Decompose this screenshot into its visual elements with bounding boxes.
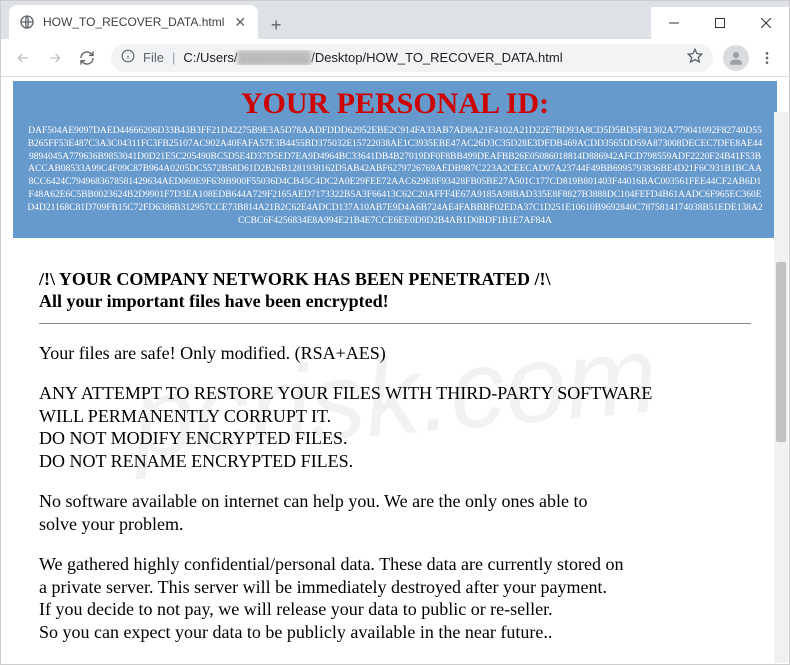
heading-penetrated: /!\ YOUR COMPANY NETWORK HAS BEEN PENETR… <box>39 268 751 291</box>
address-bar[interactable]: File | C:/Users/████████/Desktop/HOW_TO_… <box>111 44 713 72</box>
toolbar: File | C:/Users/████████/Desktop/HOW_TO_… <box>1 39 789 77</box>
browser-window: HOW_TO_RECOVER_DATA.html ✕ + <box>0 0 790 665</box>
reload-button[interactable] <box>73 44 101 72</box>
tab-close-button[interactable]: ✕ <box>232 14 248 31</box>
forward-button[interactable] <box>41 44 69 72</box>
url-path: C:/Users/████████/Desktop/HOW_TO_RECOVER… <box>183 50 679 65</box>
menu-button[interactable] <box>753 44 781 72</box>
para-warning: ANY ATTEMPT TO RESTORE YOUR FILES WITH T… <box>39 382 751 472</box>
para-data: We gathered highly confidential/personal… <box>39 553 751 643</box>
personal-id-title: YOUR PERSONAL ID: <box>21 87 769 121</box>
new-tab-button[interactable]: + <box>262 11 290 39</box>
para-nosoftware: No software available on internet can he… <box>39 490 751 535</box>
personal-id-value: DAF504AE9097DAED44666206D33B43B3FF21D422… <box>21 125 769 228</box>
heading-encrypted: All your important files have been encry… <box>39 290 751 313</box>
page-content: pcrisk.com YOUR PERSONAL ID: DAF504AE909… <box>1 77 789 664</box>
scrollbar-thumb[interactable] <box>776 262 786 442</box>
divider <box>39 323 751 324</box>
profile-avatar[interactable] <box>723 45 749 71</box>
ransom-note-body: /!\ YOUR COMPANY NETWORK HAS BEEN PENETR… <box>13 238 777 665</box>
browser-tab[interactable]: HOW_TO_RECOVER_DATA.html ✕ <box>9 5 258 39</box>
info-icon <box>121 49 135 66</box>
personal-id-box: YOUR PERSONAL ID: DAF504AE9097DAED446662… <box>13 81 777 238</box>
minimize-button[interactable] <box>651 7 697 39</box>
url-scheme: File <box>143 50 164 65</box>
maximize-button[interactable] <box>697 7 743 39</box>
back-button[interactable] <box>9 44 37 72</box>
tab-bar: HOW_TO_RECOVER_DATA.html ✕ + <box>1 1 789 39</box>
file-icon <box>19 14 35 30</box>
close-window-button[interactable] <box>743 7 789 39</box>
bookmark-icon[interactable] <box>687 48 703 67</box>
scrollbar[interactable] <box>774 112 788 663</box>
para-safe: Your files are safe! Only modified. (RSA… <box>39 342 751 365</box>
tab-title: HOW_TO_RECOVER_DATA.html <box>43 15 224 29</box>
